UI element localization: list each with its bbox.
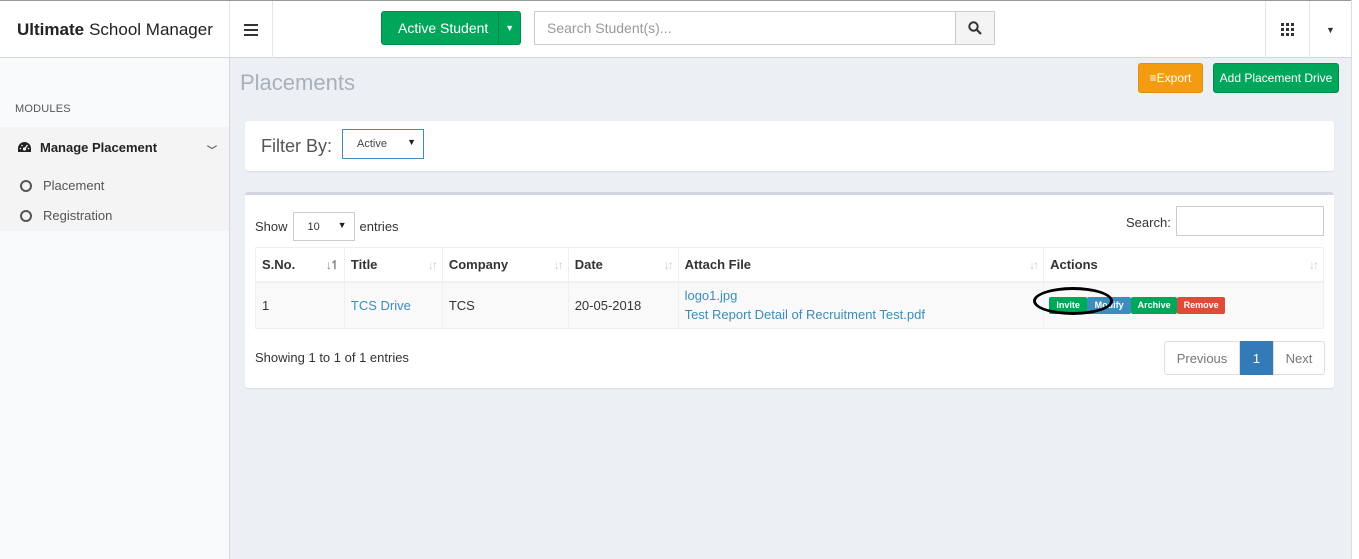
cell-sno: 1 bbox=[255, 281, 345, 329]
sidebar-item-label: Placement bbox=[43, 178, 105, 193]
page-title: Placements bbox=[240, 70, 355, 95]
column-label: Actions bbox=[1050, 256, 1098, 272]
attachment-link[interactable]: Test Report Detail of Recruitment Test.p… bbox=[685, 307, 925, 322]
apps-grid-icon bbox=[1281, 23, 1294, 36]
column-header-date[interactable]: Date ↓↑ bbox=[567, 247, 679, 283]
column-header-title[interactable]: Title ↓↑ bbox=[343, 247, 443, 283]
dashboard-icon bbox=[18, 142, 31, 152]
cell-date: 20-05-2018 bbox=[567, 281, 679, 329]
hamburger-icon bbox=[244, 23, 258, 36]
search-icon bbox=[968, 21, 982, 35]
column-label: Date bbox=[574, 256, 603, 272]
column-header-company[interactable]: Company ↓↑ bbox=[441, 247, 569, 283]
column-label: Title bbox=[350, 256, 378, 272]
add-placement-drive-button[interactable]: Add Placement Drive bbox=[1213, 63, 1339, 93]
show-label: Show bbox=[255, 219, 288, 234]
column-header-sno[interactable]: S.No. ↓↿ bbox=[255, 247, 345, 283]
sort-icon: ↓↑ bbox=[427, 258, 438, 272]
placement-title-link[interactable]: TCS Drive bbox=[351, 298, 411, 313]
app-logo[interactable]: Ultimate School Manager bbox=[0, 1, 230, 58]
top-header: Ultimate School Manager Active Student ▼… bbox=[0, 0, 1359, 58]
sort-icon: ↓↑ bbox=[553, 258, 564, 272]
sort-icon: ↓↑ bbox=[663, 258, 674, 272]
user-menu-button[interactable]: ▼ bbox=[1309, 1, 1351, 58]
filter-label: Filter By: bbox=[261, 136, 333, 156]
entries-length-value: 10 bbox=[307, 220, 320, 233]
apps-button[interactable] bbox=[1265, 1, 1309, 58]
entries-label: entries bbox=[359, 219, 399, 234]
search-button[interactable] bbox=[955, 11, 995, 45]
column-header-attach-file[interactable]: Attach File ↓↑ bbox=[677, 247, 1045, 283]
table-row: 1 TCS Drive TCS 20-05-2018 logo1.jpg Tes… bbox=[255, 281, 1324, 329]
sort-asc-icon: ↓↿ bbox=[325, 258, 340, 272]
sidebar-item-registration[interactable]: Registration bbox=[20, 208, 112, 223]
column-label: Attach File bbox=[684, 256, 752, 272]
pagination-next[interactable]: Next bbox=[1273, 341, 1325, 375]
column-label: Company bbox=[448, 256, 509, 272]
cell-company: TCS bbox=[441, 281, 569, 329]
pagination: Previous 1 Next bbox=[1164, 341, 1325, 375]
caret-down-icon: ▼ bbox=[407, 137, 416, 147]
sidebar-item-label: Registration bbox=[43, 208, 113, 223]
active-student-label: Active Student bbox=[398, 20, 489, 36]
modify-button[interactable]: Modify bbox=[1087, 296, 1132, 314]
row-actions: Invite Modify Archive Remove bbox=[1033, 286, 1322, 315]
cell-attach-file: logo1.jpg Test Report Detail of Recruitm… bbox=[677, 281, 1045, 329]
column-label: S.No. bbox=[262, 256, 296, 272]
placements-table-panel: Show 10 ▼ entries Search: S.No. ↓↿ Title ↓… bbox=[245, 192, 1334, 388]
search-placeholder: Search Student(s)... bbox=[547, 20, 672, 36]
app-title-bold: Ultimate bbox=[17, 19, 85, 39]
student-search-input[interactable]: Search Student(s)... bbox=[534, 11, 956, 45]
filter-panel: Filter By: Active ▼ bbox=[245, 121, 1334, 171]
caret-down-icon: ▼ bbox=[1326, 24, 1335, 35]
caret-down-icon[interactable]: ▼ bbox=[498, 12, 520, 44]
circle-icon bbox=[20, 209, 32, 222]
filter-value: Active bbox=[357, 138, 387, 150]
pagination-page-current[interactable]: 1 bbox=[1240, 341, 1273, 375]
filter-status-select[interactable]: Active ▼ bbox=[342, 129, 424, 159]
entries-length-select[interactable]: 10 ▼ bbox=[292, 212, 355, 241]
entries-length-control: Show 10 ▼ entries bbox=[255, 212, 399, 241]
app-title-rest: School Manager bbox=[89, 19, 213, 39]
table-search-input[interactable] bbox=[1176, 206, 1324, 236]
window-scrollbar[interactable] bbox=[1351, 0, 1359, 559]
export-label: Export bbox=[1156, 71, 1192, 85]
sidebar-group-label: Manage Placement bbox=[40, 140, 158, 155]
sidebar-item-placement[interactable]: Placement bbox=[20, 178, 104, 193]
caret-down-icon: ▼ bbox=[337, 220, 347, 230]
invite-button[interactable]: Invite bbox=[1049, 296, 1088, 314]
archive-button[interactable]: Archive bbox=[1131, 296, 1178, 314]
sidebar-section-label: MODULES bbox=[15, 103, 71, 115]
sidebar-group-manage-placement: Manage Placement ﹀ Placement Registratio… bbox=[0, 127, 229, 231]
list-icon: ≡ bbox=[1149, 71, 1157, 85]
sidebar-item-manage-placement[interactable]: Manage Placement ﹀ bbox=[17, 140, 217, 157]
attachment-link[interactable]: logo1.jpg bbox=[685, 288, 738, 303]
sort-icon: ↓↑ bbox=[1029, 258, 1039, 272]
sort-icon: ↓↑ bbox=[1309, 258, 1319, 272]
table-search-label: Search: bbox=[1126, 215, 1171, 230]
column-header-actions[interactable]: Actions ↓↑ bbox=[1043, 247, 1324, 283]
active-student-dropdown-button[interactable]: Active Student ▼ bbox=[381, 11, 521, 45]
chevron-down-icon: ﹀ bbox=[207, 146, 217, 157]
table-info: Showing 1 to 1 of 1 entries bbox=[255, 350, 409, 365]
circle-icon bbox=[20, 179, 32, 192]
table-header-row: S.No. ↓↿ Title ↓↑ Company ↓↑ Date ↓↑ Attach … bbox=[255, 247, 1324, 283]
cell-title: TCS Drive bbox=[343, 281, 443, 329]
cell-actions: Invite Modify Archive Remove bbox=[1033, 281, 1324, 329]
sidebar: MODULES Manage Placement ﹀ Placement Reg… bbox=[0, 58, 230, 559]
sidebar-toggle-button[interactable] bbox=[230, 1, 273, 58]
remove-button[interactable]: Remove bbox=[1177, 296, 1226, 314]
pagination-previous[interactable]: Previous bbox=[1164, 341, 1240, 375]
placements-table: S.No. ↓↿ Title ↓↑ Company ↓↑ Date ↓↑ Attach … bbox=[255, 247, 1324, 329]
export-button[interactable]: ≡ Export bbox=[1138, 63, 1203, 93]
